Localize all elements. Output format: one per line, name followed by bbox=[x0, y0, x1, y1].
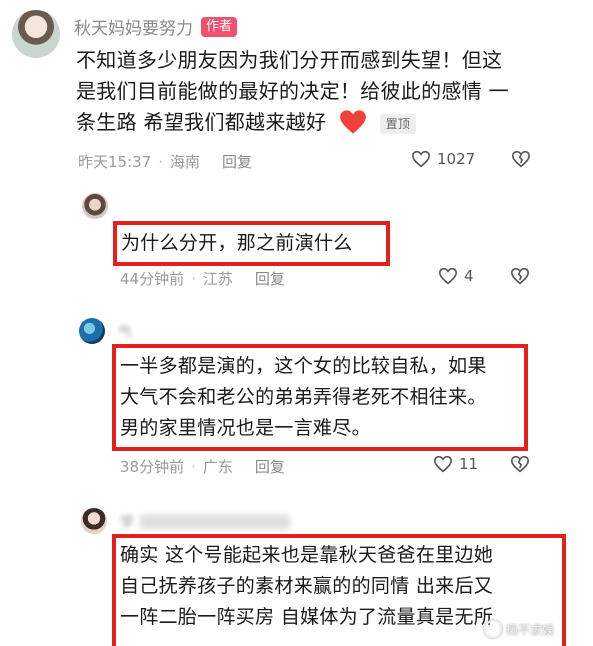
like-button[interactable]: 11 bbox=[433, 455, 478, 473]
reply-button[interactable]: 回复 bbox=[255, 270, 285, 288]
comment-line-text: 条生路 希望我们都越来越好 bbox=[76, 110, 327, 134]
comment-location: 广东 bbox=[202, 458, 233, 476]
comment-line: 确实 这个号能起来也是靠秋天爸爸在里边她 bbox=[120, 544, 494, 566]
author-name[interactable]: 学 bbox=[120, 512, 134, 532]
like-count: 4 bbox=[464, 267, 474, 285]
broken-heart-icon bbox=[510, 267, 530, 285]
avatar[interactable] bbox=[12, 10, 60, 58]
comment-line: 自己抚养孩子的素材来赢的的同情 出来后又 bbox=[120, 575, 494, 597]
heart-outline-icon bbox=[411, 150, 431, 168]
avatar[interactable] bbox=[81, 508, 107, 534]
dislike-button[interactable] bbox=[510, 267, 530, 289]
author-name[interactable]: 气 bbox=[118, 322, 132, 342]
comment-time: 38分钟前 bbox=[120, 458, 185, 476]
comment-line: 男的家里情况也是一言难尽。 bbox=[120, 417, 371, 439]
comment-location: 海南 bbox=[170, 153, 201, 171]
broken-heart-icon bbox=[511, 150, 531, 168]
dislike-button[interactable] bbox=[510, 455, 530, 477]
comment-line: 是我们目前能做的最好的决定！给彼此的感情 一 bbox=[76, 79, 509, 103]
like-button[interactable]: 1027 bbox=[411, 150, 475, 168]
avatar[interactable] bbox=[82, 193, 108, 219]
watermark: 杨不求娱 bbox=[484, 620, 554, 638]
comment-line: 不知道多少朋友因为我们分开而感到失望！但这 bbox=[76, 48, 503, 72]
like-count: 1027 bbox=[437, 150, 476, 168]
comment-line: 大气不会和老公的弟弟弄得老死不相往来。 bbox=[120, 386, 487, 408]
blurred-author-detail bbox=[140, 515, 290, 529]
author-name[interactable]: 秋天妈妈要努力 bbox=[74, 14, 193, 39]
like-button[interactable]: 4 bbox=[438, 267, 474, 285]
author-badge: 作者 bbox=[201, 16, 238, 37]
comment-time: 44分钟前 bbox=[120, 270, 185, 288]
like-count: 11 bbox=[459, 455, 479, 473]
watermark-logo-icon bbox=[484, 620, 502, 638]
pinned-badge: 置顶 bbox=[379, 113, 417, 134]
broken-heart-icon bbox=[510, 455, 530, 473]
reply-button[interactable]: 回复 bbox=[222, 153, 252, 171]
comment-line: 条生路 希望我们都越来越好 置顶 bbox=[76, 107, 581, 138]
comment-time: 昨天15:37 bbox=[78, 153, 152, 171]
comment-text: 一半多都是演的，这个女的比较自私，如果 大气不会和老公的弟弟弄得老死不相往来。 … bbox=[120, 351, 525, 444]
comment-line: 一半多都是演的，这个女的比较自私，如果 bbox=[120, 355, 487, 377]
avatar[interactable] bbox=[79, 318, 105, 344]
heart-outline-icon bbox=[433, 455, 453, 473]
dislike-button[interactable] bbox=[511, 150, 531, 172]
comment-location: 江苏 bbox=[202, 270, 233, 288]
reply-button[interactable]: 回复 bbox=[255, 458, 285, 476]
comment-text: 为什么分开，那之前演什么 bbox=[121, 232, 353, 254]
comment-text: 不知道多少朋友因为我们分开而感到失望！但这 是我们目前能做的最好的决定！给彼此的… bbox=[76, 45, 581, 138]
watermark-text: 杨不求娱 bbox=[506, 622, 555, 637]
heart-outline-icon bbox=[438, 267, 458, 285]
heart-emoji-icon bbox=[340, 110, 366, 134]
